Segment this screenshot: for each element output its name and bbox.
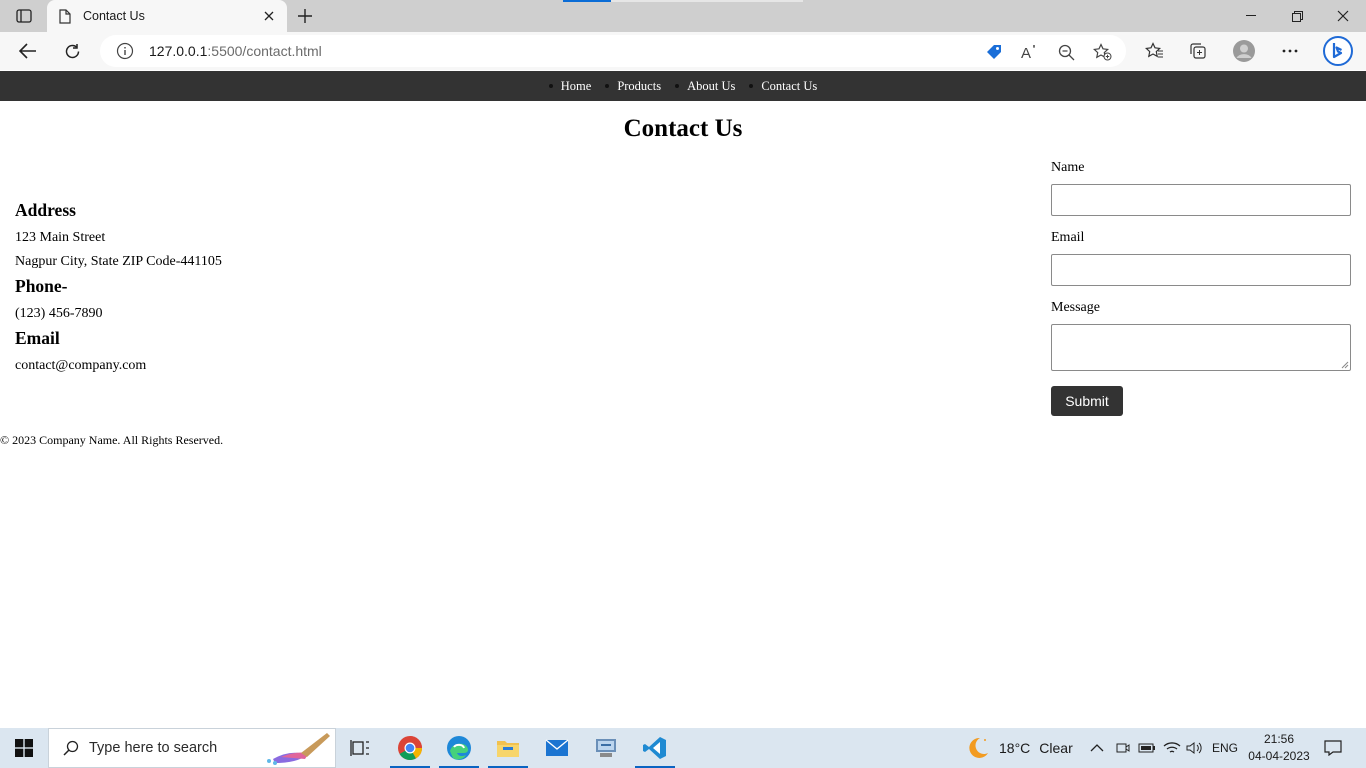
restore-icon[interactable] [1274, 0, 1320, 32]
loading-indicator [563, 0, 803, 2]
chrome-app-icon[interactable] [386, 728, 434, 768]
weather-temp: 18°C [999, 740, 1031, 756]
vscode-app-icon[interactable] [631, 728, 679, 768]
search-icon [63, 740, 79, 756]
clock[interactable]: 21:56 04-04-2023 [1244, 731, 1314, 765]
bing-chat-icon[interactable] [1321, 34, 1355, 68]
back-icon[interactable] [14, 37, 42, 65]
notifications-icon[interactable] [1324, 728, 1342, 768]
nav-item-contact[interactable]: Contact Us [749, 79, 817, 94]
address-line-2: Nagpur City, State ZIP Code-441105 [15, 254, 222, 269]
read-aloud-icon[interactable]: A [1020, 42, 1040, 62]
nav-link-products[interactable]: Products [617, 79, 661, 94]
email-heading: Email [15, 328, 60, 348]
more-options-icon[interactable] [1276, 37, 1304, 65]
clock-time: 21:56 [1263, 732, 1295, 746]
phone-value: (123) 456-7890 [15, 306, 103, 321]
contact-info: Address 123 Main Street Nagpur City, Sta… [15, 200, 222, 380]
wifi-icon[interactable] [1163, 728, 1181, 768]
edge-app-icon[interactable] [435, 728, 483, 768]
page-icon [59, 8, 71, 24]
windows-start-icon[interactable] [0, 728, 48, 768]
zoom-out-icon[interactable] [1056, 42, 1076, 62]
new-tab-icon[interactable] [294, 6, 316, 26]
name-input[interactable] [1051, 184, 1351, 216]
search-placeholder: Type here to search [89, 740, 218, 756]
profile-avatar[interactable] [1230, 37, 1258, 65]
refresh-icon[interactable] [58, 37, 86, 65]
address-line-1: 123 Main Street [15, 230, 106, 245]
browser-tab-active[interactable]: Contact Us [47, 0, 287, 32]
url-text[interactable]: 127.0.0.1:5500/contact.html [149, 43, 322, 59]
meet-now-icon[interactable] [1116, 728, 1130, 768]
tab-title: Contact Us [83, 9, 145, 23]
submit-button[interactable]: Submit [1051, 386, 1123, 416]
site-navigation: Home Products About Us Contact Us [0, 71, 1366, 101]
moon-icon [969, 737, 988, 758]
mail-app-icon[interactable] [533, 728, 581, 768]
chevron-up-icon[interactable] [1090, 743, 1104, 753]
weather-desc: Clear [1039, 740, 1073, 756]
close-window-icon[interactable] [1320, 0, 1366, 32]
footer-copyright: © 2023 Company Name. All Rights Reserved… [0, 433, 224, 447]
message-label: Message [1051, 300, 1100, 315]
nav-item-about[interactable]: About Us [675, 79, 735, 94]
nav-link-home[interactable]: Home [561, 79, 592, 94]
message-textarea[interactable] [1051, 324, 1351, 371]
tab-close-icon[interactable] [259, 6, 279, 26]
nav-item-products[interactable]: Products [605, 79, 661, 94]
file-explorer-icon[interactable] [484, 728, 532, 768]
clock-date: 04-04-2023 [1248, 749, 1310, 763]
page-title: Contact Us [623, 115, 743, 142]
task-view-icon[interactable] [336, 728, 384, 768]
tab-actions-icon[interactable] [12, 6, 36, 26]
contact-form: Name Email Message Submit [1051, 160, 1351, 416]
add-favorite-icon[interactable] [1092, 42, 1112, 62]
address-bar[interactable]: 127.0.0.1:5500/contact.html A [100, 35, 1126, 67]
site-info-icon[interactable] [116, 42, 134, 60]
name-label: Name [1051, 160, 1085, 175]
shopping-tag-icon[interactable] [984, 42, 1004, 62]
taskbar-search[interactable]: Type here to search [48, 728, 336, 768]
nav-link-contact[interactable]: Contact Us [761, 79, 817, 94]
email-input[interactable] [1051, 254, 1351, 286]
email-value: contact@company.com [15, 358, 147, 373]
email-label: Email [1051, 230, 1085, 245]
search-highlight-art-icon [267, 733, 330, 765]
taskbar: Type here to search 18°C Clear ENG 21:56… [0, 728, 1366, 768]
control-panel-icon[interactable] [582, 728, 630, 768]
weather-widget[interactable]: 18°C Clear [966, 728, 1073, 768]
resize-grip-icon[interactable] [1341, 361, 1349, 369]
address-heading: Address [15, 200, 76, 220]
browser-toolbar: 127.0.0.1:5500/contact.html A [0, 32, 1366, 70]
nav-link-about[interactable]: About Us [687, 79, 735, 94]
minimize-icon[interactable] [1228, 0, 1274, 32]
battery-icon[interactable] [1138, 728, 1156, 768]
svg-text:A: A [1021, 45, 1031, 60]
phone-heading: Phone- [15, 276, 68, 296]
collections-icon[interactable] [1184, 37, 1212, 65]
volume-icon[interactable] [1186, 728, 1204, 768]
browser-tabstrip: Contact Us [0, 0, 1366, 32]
nav-item-home[interactable]: Home [548, 79, 592, 94]
show-hidden-icons[interactable] [1090, 728, 1104, 768]
language-indicator[interactable]: ENG [1212, 728, 1238, 768]
favorites-icon[interactable] [1140, 37, 1168, 65]
